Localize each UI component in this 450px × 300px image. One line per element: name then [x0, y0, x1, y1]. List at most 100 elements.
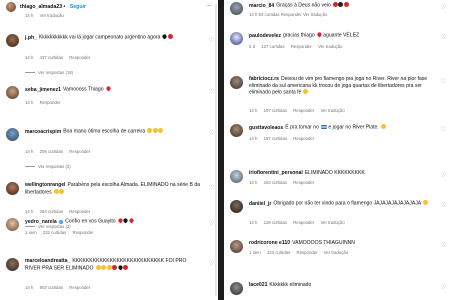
avatar[interactable]: [6, 86, 19, 99]
comment-content: VAMOOOOS THIAGUINNN: [292, 240, 355, 246]
heart-icon[interactable]: ♡: [209, 38, 214, 44]
reply-button[interactable]: Responder: [69, 149, 90, 154]
comment-meta: 14 h 53 curtidas Responder Ver tradução: [249, 12, 328, 17]
scrollbar[interactable]: [215, 4, 217, 296]
comment-text: wellingtonrangel Parabéns pela escolha Al…: [25, 182, 200, 196]
translate-link[interactable]: Ver tradução: [40, 13, 64, 18]
comment-username[interactable]: j.ph_: [25, 35, 37, 41]
reply-button[interactable]: Responder: [69, 285, 90, 290]
post-meta: 14 h Ver tradução: [25, 13, 69, 18]
black-heart-icon: [161, 33, 168, 40]
comment-item: daniiel_jr Obrigado por não ter vindo par…: [230, 200, 446, 230]
reply-button[interactable]: Responder: [293, 136, 314, 141]
comment-username[interactable]: paulodevelez: [249, 33, 281, 39]
translate-link[interactable]: Ver tradução: [318, 44, 342, 49]
like-count[interactable]: 123 curtidas: [267, 250, 290, 255]
comment-item: gusttavoleaos É pra tomar no e jogar no R…: [230, 124, 446, 150]
avatar[interactable]: [230, 76, 243, 89]
avatar[interactable]: [6, 218, 19, 231]
laughing-emoji-icon: [106, 264, 112, 270]
reply-button[interactable]: Responder: [73, 230, 94, 235]
laughing-emoji-icon: [158, 128, 164, 133]
translate-link[interactable]: Ver tradução: [324, 250, 348, 255]
heart-icon[interactable]: ♡: [441, 5, 446, 11]
like-count[interactable]: 232 curtidas: [43, 230, 66, 235]
comment-username[interactable]: wellingtonrangel: [25, 182, 65, 188]
heart-icon[interactable]: ♡: [441, 285, 446, 291]
like-count[interactable]: 264 curtidas: [40, 209, 63, 214]
reply-button[interactable]: Responder: [69, 209, 90, 214]
like-count[interactable]: 157 curtidas: [264, 136, 287, 141]
avatar[interactable]: [230, 124, 243, 137]
avatar[interactable]: [230, 200, 243, 213]
heart-icon[interactable]: ♡: [209, 261, 214, 267]
comment-item: iriofiorentini_personal ELIMINADO KKKKKKK…: [230, 170, 446, 194]
comment-time: 14 h: [25, 100, 34, 105]
heart-icon[interactable]: ♡: [209, 89, 214, 95]
reply-button[interactable]: Responder: [69, 55, 90, 60]
post-time: 14 h: [25, 13, 34, 18]
comment-item: rodricorone e110 VAMOOOOS THIAGUINNN 1 se…: [230, 240, 446, 264]
avatar[interactable]: [230, 240, 243, 253]
like-count[interactable]: 128 curtidas: [264, 220, 287, 225]
heart-icon[interactable]: ♡: [209, 185, 214, 191]
heart-icon[interactable]: ♡: [209, 131, 214, 137]
comment-username[interactable]: daniiel_jr: [249, 201, 271, 207]
comment-username[interactable]: gusttavoleaos: [249, 125, 283, 131]
post-author-name[interactable]: thiago_almada23: [20, 4, 62, 10]
avatar[interactable]: [230, 282, 243, 295]
like-count[interactable]: 208 curtidas: [40, 149, 63, 154]
comment-username[interactable]: marceloandreatta_: [25, 258, 70, 264]
comment-content: Kkkkkkkkkkk vai lá jogar campeonato arge…: [38, 34, 161, 41]
reply-button[interactable]: Responder: [291, 44, 312, 49]
comment-time: 14 h: [249, 220, 258, 225]
comment-username[interactable]: marcoacrispim: [25, 129, 61, 135]
view-replies[interactable]: Ver respostas (2): [25, 164, 71, 169]
reply-button[interactable]: Responder: [293, 220, 314, 225]
reply-button[interactable]: Responder: [297, 250, 318, 255]
reply-button[interactable]: Responder: [293, 108, 314, 113]
heart-icon[interactable]: ♡: [209, 221, 214, 227]
comment-username[interactable]: fabriciocz.rs: [249, 76, 279, 82]
avatar[interactable]: [6, 258, 19, 271]
laughing-emoji-icon: [95, 264, 101, 270]
red-circle-icon: [332, 2, 338, 7]
laughing-emoji-icon: [422, 200, 428, 205]
comment-username[interactable]: lace021: [249, 282, 267, 288]
heart-icon[interactable]: ♡: [441, 127, 446, 133]
heart-icon[interactable]: ♡: [441, 173, 446, 179]
comment-text: marcoacrispim Boa mano ótima escolha de c…: [25, 128, 200, 135]
like-count[interactable]: 107 curtidas: [264, 108, 287, 113]
heart-icon[interactable]: ♡: [441, 35, 446, 41]
like-count[interactable]: 163 curtidas: [264, 180, 287, 185]
avatar[interactable]: [6, 34, 19, 47]
comment-username[interactable]: marcio_84: [249, 3, 274, 9]
red-heart-icon: [123, 264, 129, 270]
more-options-icon[interactable]: ···: [206, 3, 212, 9]
avatar[interactable]: [230, 2, 243, 15]
comment-username[interactable]: rodricorone e110: [249, 240, 290, 246]
like-count[interactable]: 903 curtidas: [40, 285, 63, 290]
heart-icon[interactable]: ♡: [441, 79, 446, 85]
follow-button[interactable]: Seguir: [70, 4, 86, 10]
comment-username[interactable]: seba_jimenez1: [25, 87, 61, 93]
comment-item: marcoacrispim Boa mano ótima escolha de c…: [6, 128, 214, 174]
like-count[interactable]: 127 curtidas: [261, 44, 284, 49]
heart-icon[interactable]: ♡: [441, 203, 446, 209]
translate-link[interactable]: Ver tradução: [320, 220, 344, 225]
comment-text: fabriciocz.rs Deixou de vim pro flamengo …: [249, 76, 432, 96]
comment-username[interactable]: iriofiorentini_personal: [249, 170, 303, 176]
avatar[interactable]: [230, 32, 243, 45]
avatar[interactable]: [6, 128, 19, 141]
avatar[interactable]: [230, 170, 243, 183]
author-avatar[interactable]: [6, 2, 16, 12]
translate-link[interactable]: Ver tradução: [320, 108, 344, 113]
comment-username[interactable]: yedro_narela: [25, 219, 57, 225]
comment-content: Graças à Deus não veio: [276, 2, 331, 9]
like-count[interactable]: 437 curtidas: [40, 55, 63, 60]
view-replies[interactable]: Ver respostas (18): [25, 70, 73, 75]
reply-button[interactable]: Responder: [293, 180, 314, 185]
avatar[interactable]: [6, 182, 19, 195]
heart-icon[interactable]: ♡: [441, 243, 446, 249]
reply-button[interactable]: Responder: [40, 100, 61, 105]
